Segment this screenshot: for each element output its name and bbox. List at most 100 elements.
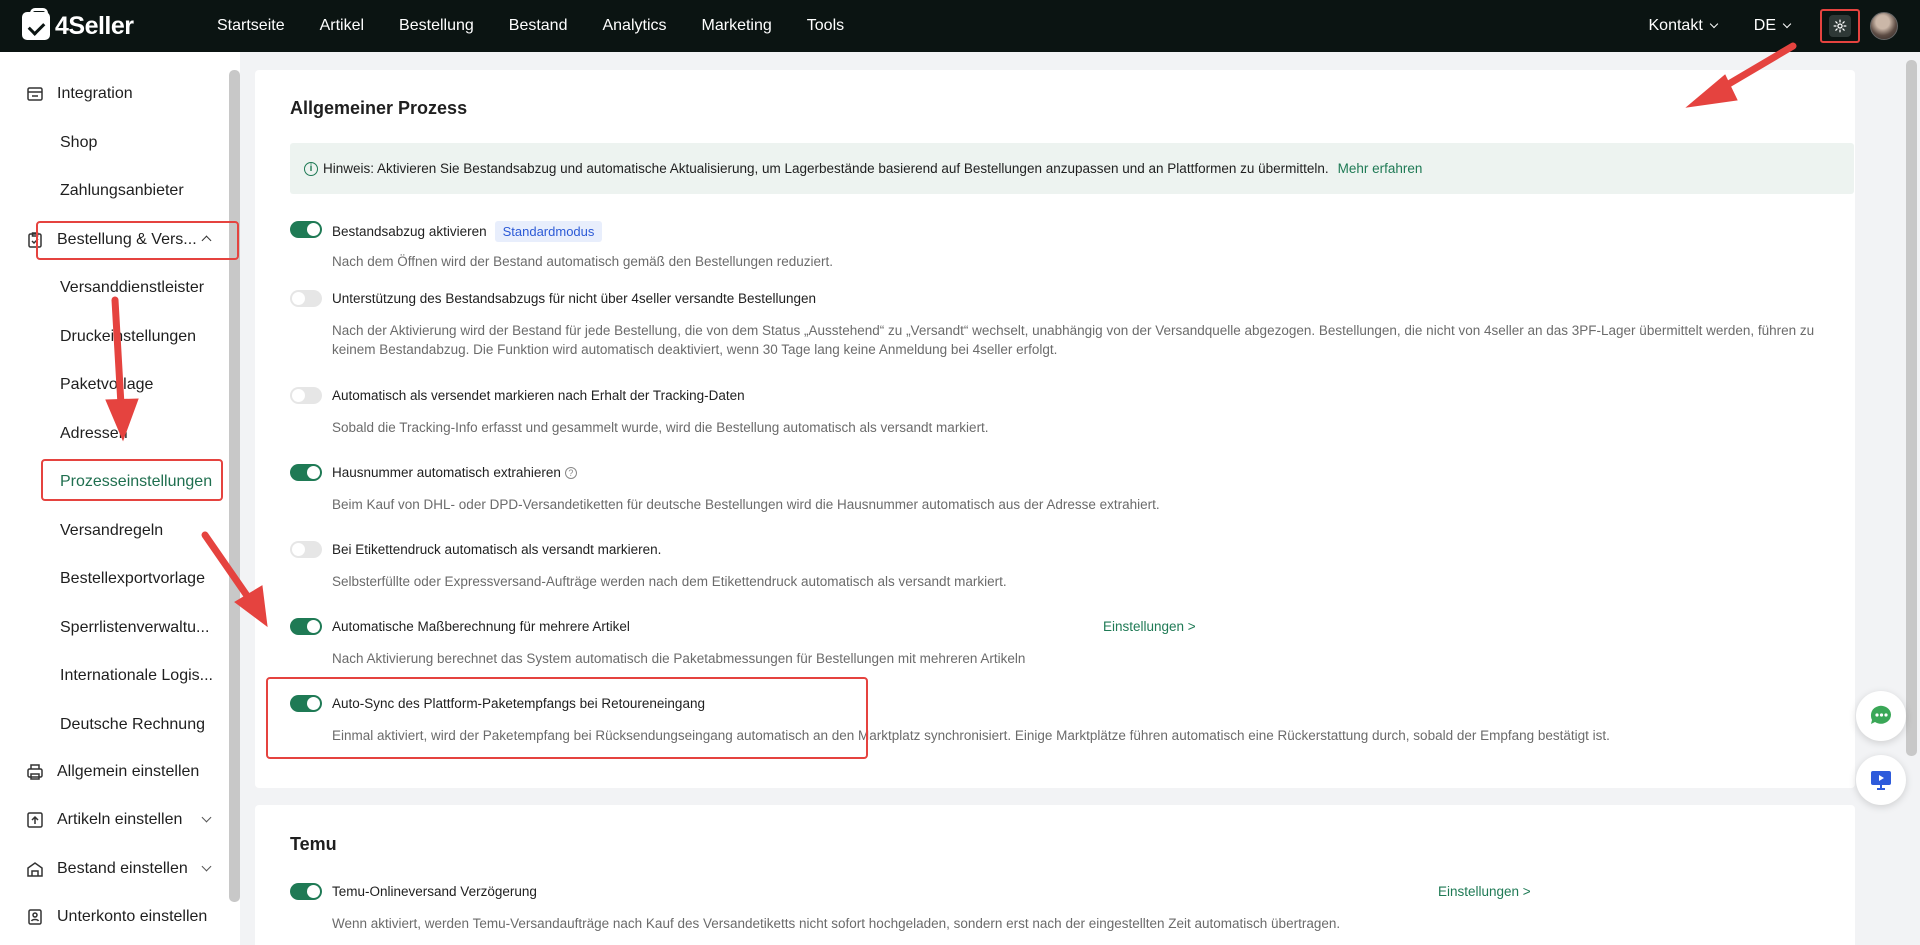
upload-box-icon: [27, 812, 43, 828]
user-card-icon: [28, 909, 42, 925]
brand-name: 4Seller: [55, 11, 134, 40]
nav-tools[interactable]: Tools: [807, 17, 844, 35]
sidebar-item-druckeinstellungen[interactable]: Druckeinstellungen: [0, 317, 230, 357]
setting-label-wrap: Hausnummer automatisch extrahieren?: [332, 464, 577, 481]
sidebar-item-label: Internationale Logis...: [60, 667, 213, 684]
setting-label-wrap: Bestandsabzug aktivieren Standardmodus: [332, 221, 603, 242]
sidebar-item-allgemein-einstellen[interactable]: Allgemein einstellen: [0, 752, 230, 792]
sidebar-item-label: Unterkonto einstellen: [57, 908, 208, 925]
sidebar-item-adressen[interactable]: Adressen: [0, 414, 230, 454]
sidebar-item-artikeln-einstellen[interactable]: Artikeln einstellen: [0, 800, 230, 840]
setting-label: Hausnummer automatisch extrahieren: [332, 465, 561, 480]
section-title: Allgemeiner Prozess: [290, 98, 468, 118]
setting-description: Wenn aktiviert, werden Temu-Versandauftr…: [332, 916, 1341, 931]
language-dropdown[interactable]: DE: [1754, 17, 1792, 35]
sidebar-item-versandregeln[interactable]: Versandregeln: [0, 511, 230, 551]
video-tutorial-button[interactable]: [1856, 755, 1906, 805]
sidebar-item-label: Allgemein einstellen: [57, 763, 200, 780]
nav-bestand[interactable]: Bestand: [509, 17, 568, 35]
sidebar-item-bestellexportvorlage[interactable]: Bestellexportvorlage: [0, 559, 230, 599]
sidebar-item-label: Versandregeln: [60, 522, 164, 539]
chevron-down-icon: [201, 861, 212, 872]
sidebar-item-label: Deutsche Rechnung: [60, 716, 205, 733]
nav-startseite[interactable]: Startseite: [217, 17, 285, 35]
setting-description: Nach Aktivierung berechnet das System au…: [332, 651, 1026, 666]
chevron-down-icon: [201, 812, 212, 823]
setting-description: Sobald die Tracking-Info erfasst und ges…: [332, 420, 989, 435]
settings-button[interactable]: [1820, 9, 1860, 43]
sidebar-item-bestand-einstellen[interactable]: Bestand einstellen: [0, 849, 230, 889]
info-icon: i: [304, 161, 318, 176]
info-notice: i Hinweis: Aktivieren Sie Bestandsabzug …: [290, 143, 1854, 194]
main-menu: Startseite Artikel Bestellung Bestand An…: [217, 17, 879, 35]
nav-artikel[interactable]: Artikel: [320, 17, 364, 35]
sidebar-item-versanddienstleister[interactable]: Versanddienstleister: [0, 268, 230, 308]
annotation-box-process-settings: [41, 459, 223, 501]
sidebar-item-shop[interactable]: Shop: [0, 123, 230, 163]
sidebar-item-sperrlistenverwaltung[interactable]: Sperrlistenverwaltu...: [0, 608, 230, 648]
sidebar-item-label: Druckeinstellungen: [60, 328, 197, 345]
sidebar-item-paketvorlage[interactable]: Paketvorlage: [0, 365, 230, 405]
setting-label: Bestandsabzug aktivieren: [332, 224, 487, 239]
shopping-bag-logo-icon: [22, 8, 50, 40]
sidebar-item-label: Bestellexportvorlage: [60, 570, 205, 587]
store-icon: [27, 87, 43, 101]
setting-label: Automatische Maßberechnung für mehrere A…: [332, 619, 630, 634]
setting-label: Temu-Onlineversand Verzögerung: [332, 884, 537, 899]
temu-panel: Temu Temu-Onlineversand Verzögerung Eins…: [255, 805, 1855, 945]
mode-badge: Standardmodus: [494, 221, 603, 242]
setting-label: Unterstützung des Bestandsabzugs für nic…: [332, 291, 817, 306]
toggle-switch[interactable]: [290, 464, 322, 481]
settings-link[interactable]: Einstellungen >: [1103, 618, 1196, 635]
sidebar-scrollbar[interactable]: [229, 70, 240, 902]
setting-label: Bei Etikettendruck automatisch als versa…: [332, 542, 662, 557]
main-scrollbar[interactable]: [1906, 60, 1917, 756]
sidebar-item-deutsche-rechnung[interactable]: Deutsche Rechnung: [0, 705, 230, 745]
sidebar-item-label: Paketvorlage: [60, 376, 154, 393]
sidebar-item-label: Bestand einstellen: [57, 860, 188, 877]
section-title: Temu: [290, 834, 337, 854]
setting-description: Nach der Aktivierung wird der Bestand fü…: [332, 323, 1815, 357]
chevron-down-icon: [1782, 19, 1792, 29]
nav-marketing[interactable]: Marketing: [702, 17, 772, 35]
warehouse-icon: [27, 862, 43, 877]
notice-text: Hinweis: Aktivieren Sie Bestandsabzug un…: [323, 161, 1329, 176]
learn-more-link[interactable]: Mehr erfahren: [1338, 161, 1423, 176]
printer-icon: [27, 764, 43, 780]
sidebar-item-label: Shop: [60, 134, 98, 151]
chevron-down-icon: [1709, 19, 1719, 29]
toggle-switch[interactable]: [290, 221, 322, 238]
toggle-switch[interactable]: [290, 541, 322, 558]
setting-description: Nach dem Öffnen wird der Bestand automat…: [332, 254, 834, 269]
help-icon[interactable]: ?: [564, 467, 577, 479]
nav-analytics[interactable]: Analytics: [602, 17, 666, 35]
sidebar-item-label: Sperrlistenverwaltu...: [60, 619, 210, 636]
contact-label: Kontakt: [1648, 17, 1703, 34]
sidebar-item-label: Artikeln einstellen: [57, 811, 183, 828]
chat-icon: [1870, 705, 1891, 724]
sidebar-item-label: Zahlungsanbieter: [60, 182, 184, 199]
user-avatar[interactable]: [1870, 12, 1898, 40]
chat-support-button[interactable]: [1856, 691, 1906, 741]
top-navigation-bar: 4Seller Startseite Artikel Bestellung Be…: [0, 0, 1920, 52]
gear-icon: [1833, 19, 1847, 33]
sidebar-item-integration[interactable]: Integration: [0, 74, 230, 114]
sidebar-item-label: Adressen: [60, 425, 128, 442]
sidebar-item-zahlungsanbieter[interactable]: Zahlungsanbieter: [0, 171, 230, 211]
toggle-switch[interactable]: [290, 883, 322, 900]
brand-logo[interactable]: 4Seller: [22, 8, 182, 41]
sidebar-item-label: Integration: [57, 85, 133, 102]
monitor-play-icon: [1871, 771, 1891, 790]
sidebar-item-internationale-logistik[interactable]: Internationale Logis...: [0, 656, 230, 696]
settings-link[interactable]: Einstellungen >: [1438, 883, 1531, 900]
toggle-switch[interactable]: [290, 387, 322, 404]
annotation-box-order-shipping: [36, 221, 239, 260]
toggle-switch[interactable]: [290, 618, 322, 635]
contact-dropdown[interactable]: Kontakt: [1648, 17, 1719, 35]
sidebar-item-label: Versanddienstleister: [60, 279, 205, 296]
setting-label: Automatisch als versendet markieren nach…: [332, 388, 745, 403]
toggle-switch[interactable]: [290, 290, 322, 307]
sidebar-item-unterkonto-einstellen[interactable]: Unterkonto einstellen: [0, 897, 230, 937]
setting-description: Beim Kauf von DHL- oder DPD-Versandetike…: [332, 497, 1160, 512]
nav-bestellung[interactable]: Bestellung: [399, 17, 474, 35]
